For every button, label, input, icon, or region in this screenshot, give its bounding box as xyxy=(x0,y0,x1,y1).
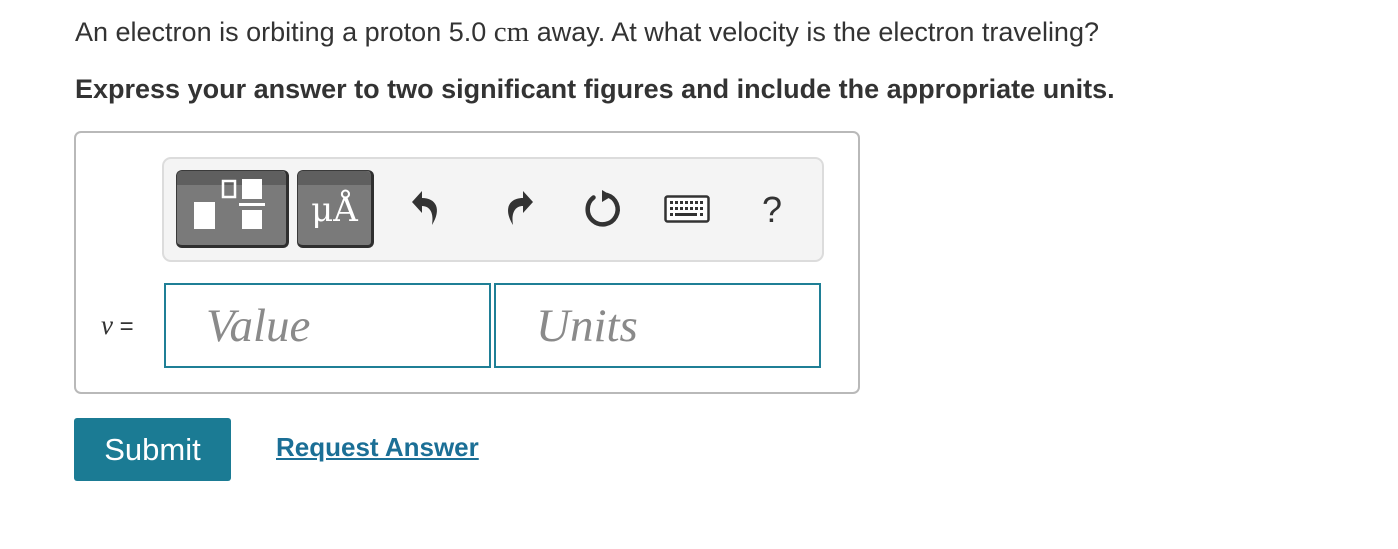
equals-sign: = xyxy=(112,313,134,340)
question-text-before: An electron is orbiting a proton 5.0 xyxy=(75,17,494,47)
redo-button[interactable] xyxy=(495,187,539,231)
submit-button[interactable]: Submit xyxy=(74,418,231,481)
help-button[interactable]: ? xyxy=(752,188,792,232)
units-button[interactable]: μÅ xyxy=(297,170,374,248)
units-icon: μÅ xyxy=(311,190,358,230)
redo-icon xyxy=(508,191,533,225)
reset-button[interactable] xyxy=(580,187,624,231)
keyboard-button[interactable] xyxy=(664,187,710,231)
variable-label: v = xyxy=(101,310,134,341)
reset-icon xyxy=(585,190,620,227)
question-text: An electron is orbiting a proton 5.0 cm … xyxy=(75,16,1099,49)
templates-button[interactable] xyxy=(176,170,289,248)
units-input[interactable] xyxy=(494,283,821,368)
templates-icon xyxy=(194,179,265,229)
request-answer-link[interactable]: Request Answer xyxy=(276,432,479,463)
variable-symbol: v xyxy=(101,310,113,340)
undo-button[interactable] xyxy=(406,187,450,231)
keyboard-icon xyxy=(664,195,710,223)
answer-instruction: Express your answer to two significant f… xyxy=(75,74,1115,104)
question-text-after: away. At what velocity is the electron t… xyxy=(529,17,1099,47)
question-unit: cm xyxy=(493,16,530,48)
value-input[interactable] xyxy=(164,283,491,368)
undo-icon xyxy=(412,191,437,225)
help-icon: ? xyxy=(761,189,783,230)
button-top-band xyxy=(298,171,371,185)
